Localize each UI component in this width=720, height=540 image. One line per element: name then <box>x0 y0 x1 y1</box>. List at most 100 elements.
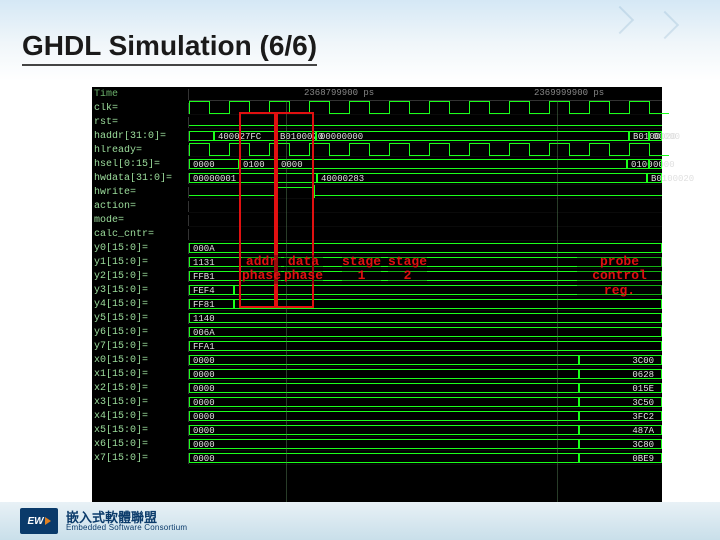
time-mark: 2368799900 ps <box>304 88 374 98</box>
bus-value: 0000 <box>193 440 215 450</box>
bus-value: 3C80 <box>632 440 654 450</box>
time-axis: 2368799900 ps2369999900 ps <box>189 87 662 101</box>
signal-row: x3[15:0]=00003C50 <box>92 395 662 409</box>
signal-row: y5[15:0]=1140 <box>92 311 662 325</box>
signal-name: x6[15:0]= <box>92 439 189 450</box>
signal-wave: 0000 0BE9 <box>189 451 662 465</box>
signal-row: haddr[31:0]=400027FCB010002000000000B010… <box>92 129 662 143</box>
logo-icon: EW <box>20 508 58 534</box>
signal-name: y6[15:0]= <box>92 327 189 338</box>
signal-row: y4[15:0]= FF81 <box>92 297 662 311</box>
signal-row: x0[15:0]= 0000 3C00 <box>92 353 662 367</box>
bus-value: 0000 <box>193 356 215 366</box>
footer: EW 嵌入式軟體聯盟 Embedded Software Consortium <box>0 502 720 540</box>
bus-value: 3FC2 <box>632 412 654 422</box>
bus-value: FFA1 <box>193 342 215 352</box>
annotation: stage1 <box>342 255 381 284</box>
bus-value: 487A <box>632 426 654 436</box>
bus-value: 0000 <box>193 370 215 380</box>
signal-wave: 0000 3C80 <box>189 437 662 451</box>
signal-name: y1[15:0]= <box>92 257 189 268</box>
bus-value: FF81 <box>193 300 215 310</box>
signal-row: x2[15:0]= 0000 015E <box>92 381 662 395</box>
bus-value: 40000283 <box>321 174 364 184</box>
signal-row: x1[15:0]= 0000 0628 <box>92 367 662 381</box>
signal-name: calc_cntr= <box>92 229 189 240</box>
bus-value: 000A <box>193 244 215 254</box>
signal-wave: 0000 3C50 <box>189 395 662 409</box>
bus-value: 0628 <box>632 370 654 380</box>
signal-row: x6[15:0]= 0000 3C80 <box>92 437 662 451</box>
signal-row: action= <box>92 199 662 213</box>
signal-name: mode= <box>92 215 189 226</box>
signal-name: x0[15:0]= <box>92 355 189 366</box>
signal-name: action= <box>92 201 189 212</box>
signal-row: x4[15:0]= 0000 3FC2 <box>92 409 662 423</box>
annotation: addrphase <box>242 255 281 284</box>
signal-row: hwrite= <box>92 185 662 199</box>
signal-row: calc_cntr= <box>92 227 662 241</box>
bus-value: 0000 <box>193 384 215 394</box>
annotation: probecontrol reg. <box>577 255 662 298</box>
annotation: stage2 <box>388 255 427 284</box>
signal-name: y0[15:0]= <box>92 243 189 254</box>
bus-value: 0000 <box>193 426 215 436</box>
signal-name: x4[15:0]= <box>92 411 189 422</box>
waveform-viewer: Time 2368799900 ps2369999900 ps clk= rst=… <box>92 87 662 502</box>
bus-value: 0000 <box>193 160 215 170</box>
footer-text: 嵌入式軟體聯盟 Embedded Software Consortium <box>66 511 187 532</box>
signal-name: hsel[0:15]= <box>92 159 189 170</box>
signal-name: y7[15:0]= <box>92 341 189 352</box>
signal-wave: FFA1 <box>189 339 662 353</box>
bus-value: 00000001 <box>193 174 236 184</box>
signal-name: hwdata[31:0]= <box>92 173 189 184</box>
signal-wave: 006A <box>189 325 662 339</box>
signal-wave: 0000 3C00 <box>189 353 662 367</box>
annotation: dataphase <box>284 255 323 284</box>
bus-value: 0000 <box>193 454 215 464</box>
signal-wave: 1140 <box>189 311 662 325</box>
bus-value: 1131 <box>193 258 215 268</box>
footer-en: Embedded Software Consortium <box>66 524 187 532</box>
signal-name: x2[15:0]= <box>92 383 189 394</box>
signal-wave: 0000 487A <box>189 423 662 437</box>
signal-name: x5[15:0]= <box>92 425 189 436</box>
bus-value: 0000 <box>653 160 675 170</box>
signal-name: clk= <box>92 103 189 114</box>
signal-row: hsel[0:15]=00000100000001000000 <box>92 157 662 171</box>
time-cursor <box>557 101 558 502</box>
bus-value: 1140 <box>193 314 215 324</box>
bus-value: FFB1 <box>193 272 215 282</box>
bus-value: FEF4 <box>193 286 215 296</box>
footer-zh: 嵌入式軟體聯盟 <box>66 511 187 524</box>
bus-value: 0000 <box>193 412 215 422</box>
signal-name: x1[15:0]= <box>92 369 189 380</box>
signal-wave: 0000 0628 <box>189 367 662 381</box>
signal-name: x7[15:0]= <box>92 453 189 464</box>
bus-value: 00000 <box>653 132 680 142</box>
signal-row: rst= <box>92 115 662 129</box>
signal-name: y4[15:0]= <box>92 299 189 310</box>
signal-wave: 0000 3FC2 <box>189 409 662 423</box>
bus-value: 015E <box>632 384 654 394</box>
signal-name: rst= <box>92 117 189 128</box>
signal-row: clk= <box>92 101 662 115</box>
signal-row: x5[15:0]= 0000 487A <box>92 423 662 437</box>
signal-name: y2[15:0]= <box>92 271 189 282</box>
signal-name: hlready= <box>92 145 189 156</box>
time-header-row: Time 2368799900 ps2369999900 ps <box>92 87 662 101</box>
bus-value: 3C00 <box>632 356 654 366</box>
slide-title: GHDL Simulation (6/6) <box>22 30 317 66</box>
bus-value: 0000 <box>193 398 215 408</box>
bus-value: 0BE9 <box>632 454 654 464</box>
signal-row: y0[15:0]= 000A <box>92 241 662 255</box>
bus-value: 3C50 <box>632 398 654 408</box>
bus-value: B0100020 <box>651 174 694 184</box>
signal-row: hwdata[31:0]=0000000140000283B0100020 <box>92 171 662 185</box>
time-label: Time <box>92 89 189 100</box>
signal-wave: 0000 015E <box>189 381 662 395</box>
signal-name: y3[15:0]= <box>92 285 189 296</box>
signal-row: y7[15:0]= FFA1 <box>92 339 662 353</box>
bus-value: 006A <box>193 328 215 338</box>
signal-row: mode= <box>92 213 662 227</box>
